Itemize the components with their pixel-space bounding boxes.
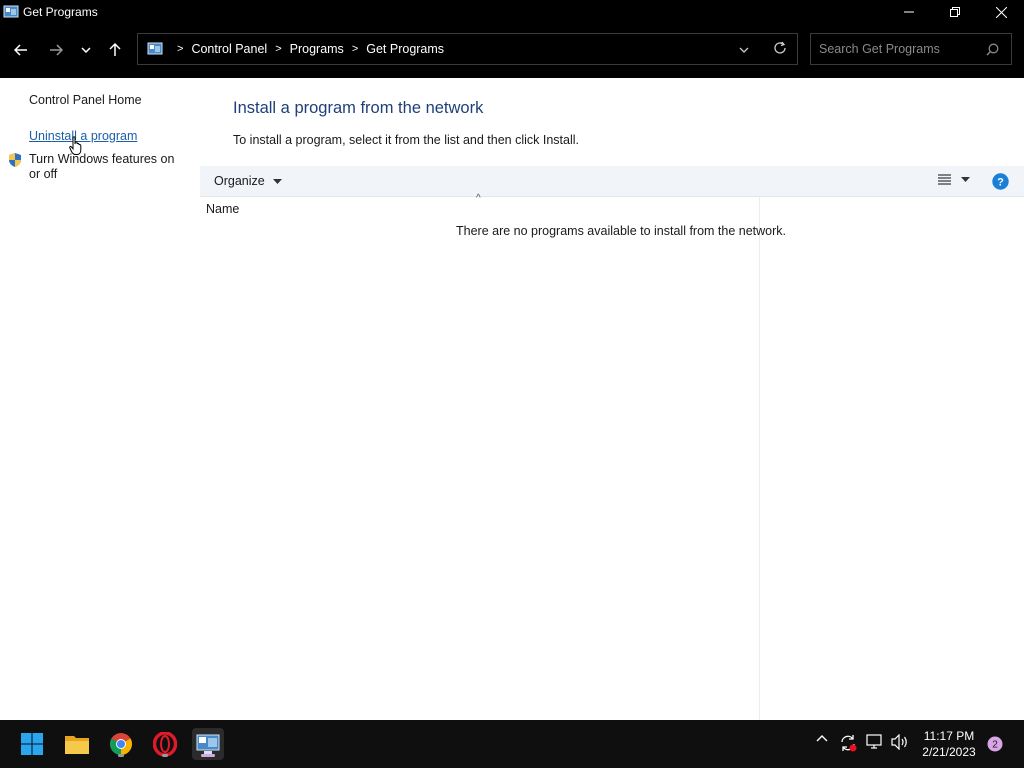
caret-down-icon: [961, 177, 970, 182]
up-button[interactable]: [101, 38, 129, 62]
command-bar: Organize ?: [200, 166, 1024, 197]
caret-down-icon: [272, 178, 282, 184]
volume-icon: [891, 734, 907, 750]
clock-time: 11:17 PM: [923, 729, 975, 743]
page-title: Install a program from the network: [233, 99, 484, 117]
file-explorer-icon: [65, 736, 89, 754]
back-arrow-icon: [14, 44, 27, 56]
recent-locations-button[interactable]: [72, 38, 100, 62]
details-view-icon: [938, 174, 951, 185]
windows-features-link[interactable]: Turn Windows features on or off: [29, 152, 189, 182]
control-panel-home-link[interactable]: Control Panel Home: [29, 93, 142, 107]
window-title: Get Programs: [23, 5, 98, 19]
start-button[interactable]: [16, 728, 48, 760]
help-label: ?: [997, 177, 1004, 189]
sidebar: Control Panel Home Uninstall a program T…: [0, 78, 200, 720]
address-dropdown-button[interactable]: [739, 42, 749, 56]
notification-count: 2: [992, 740, 998, 751]
network-tray-button[interactable]: [866, 734, 884, 750]
show-hidden-icons-button[interactable]: [816, 734, 828, 742]
taskbar-chrome[interactable]: [105, 728, 137, 760]
clock-date: 2/21/2023: [922, 745, 976, 759]
organize-button[interactable]: Organize: [214, 174, 282, 188]
refresh-icon: [774, 41, 786, 54]
start-icon: [21, 733, 43, 755]
search-box[interactable]: [810, 33, 1012, 65]
organize-label: Organize: [214, 174, 265, 188]
sync-tray-button[interactable]: [838, 733, 858, 753]
main-panel: Install a program from the network To in…: [200, 78, 1024, 720]
refresh-button[interactable]: [773, 41, 787, 58]
empty-list-message: There are no programs available to insta…: [456, 224, 787, 238]
control-panel-icon: [147, 41, 163, 57]
restore-button[interactable]: [932, 0, 978, 24]
volume-tray-button[interactable]: [891, 734, 909, 750]
breadcrumb-get-programs[interactable]: Get Programs: [366, 42, 444, 56]
taskbar-opera[interactable]: [149, 728, 181, 760]
network-icon: [866, 734, 882, 749]
breadcrumb-separator: >: [177, 43, 184, 55]
control-panel-icon: [196, 734, 220, 754]
breadcrumb-control-panel[interactable]: Control Panel: [191, 42, 267, 56]
column-header-name[interactable]: Name: [206, 202, 239, 216]
restore-icon: [950, 7, 960, 17]
taskbar: 11:17 PM 2/21/2023: [0, 720, 1024, 768]
column-divider[interactable]: [759, 197, 760, 720]
breadcrumb-separator: >: [275, 43, 282, 55]
help-button[interactable]: ?: [992, 173, 1009, 193]
content-area: Control Panel Home Uninstall a program T…: [0, 78, 1024, 720]
up-arrow-icon: [109, 43, 121, 56]
breadcrumb-separator: >: [351, 43, 359, 55]
forward-arrow-icon: [50, 44, 63, 56]
sort-ascending-icon: ^: [476, 193, 481, 204]
taskbar-control-panel[interactable]: [192, 728, 224, 760]
notification-icon: 2: [987, 736, 1003, 752]
minimize-button[interactable]: [886, 0, 932, 24]
control-panel-icon: [3, 4, 19, 20]
opera-icon: [153, 732, 177, 756]
chevron-down-icon: [81, 47, 91, 53]
uninstall-program-link[interactable]: Uninstall a program: [29, 129, 137, 143]
title-bar: Get Programs: [0, 0, 1024, 24]
hand-cursor-icon: [69, 136, 83, 159]
close-button[interactable]: [978, 0, 1024, 24]
breadcrumb-programs[interactable]: Programs: [290, 42, 344, 56]
sync-icon: [841, 735, 857, 752]
chevron-down-icon: [739, 47, 749, 53]
address-bar[interactable]: > Control Panel > Programs > Get Program…: [137, 33, 798, 65]
help-icon: ?: [992, 173, 1009, 190]
forward-button[interactable]: [42, 38, 70, 62]
navigation-bar: > Control Panel > Programs > Get Program…: [0, 24, 1024, 78]
notification-badge[interactable]: 2: [987, 736, 1003, 755]
chrome-icon: [110, 733, 132, 755]
search-icon[interactable]: [986, 43, 999, 59]
minimize-icon: [904, 11, 914, 13]
change-view-button[interactable]: [938, 174, 970, 185]
back-button[interactable]: [7, 38, 35, 62]
chevron-up-icon: [816, 735, 828, 742]
instruction-text: To install a program, select it from the…: [233, 133, 579, 147]
search-input[interactable]: [811, 42, 976, 56]
taskbar-clock[interactable]: 11:17 PM 2/21/2023: [916, 728, 982, 760]
shield-icon: [7, 152, 23, 171]
taskbar-file-explorer[interactable]: [61, 728, 93, 760]
close-icon: [995, 6, 1007, 18]
